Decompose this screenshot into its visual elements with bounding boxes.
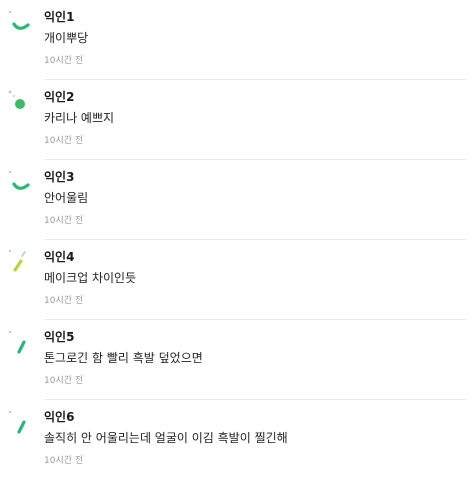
comment-timestamp: 10시간 전	[44, 216, 84, 226]
comment-timestamp: 10시간 전	[44, 376, 84, 386]
comment-text: 개이뿌당	[44, 31, 89, 45]
comment-text: 톤그로긴 함 빨리 흑발 덮었으면	[44, 351, 203, 365]
comment-item: 익인1 개이뿌당 10시간 전	[0, 0, 474, 80]
comment-author: 익인1	[44, 10, 75, 24]
comment-text: 안어울림	[44, 191, 89, 205]
green-slash-icon[interactable]	[6, 326, 36, 356]
comment-timestamp: 10시간 전	[44, 456, 84, 466]
yellow-green-slash-icon[interactable]	[6, 246, 36, 276]
comment-author: 익인2	[44, 90, 75, 104]
comment-item: 익인2 카리나 예쁘지 10시간 전	[0, 80, 474, 160]
green-arc-icon[interactable]	[6, 166, 36, 196]
comment-text: 솔직히 안 어울리는데 얼굴이 이김 흑발이 찔긴해	[44, 431, 288, 445]
comment-timestamp: 10시간 전	[44, 56, 84, 66]
comment-timestamp: 10시간 전	[44, 136, 84, 146]
comment-item: 익인3 안어울림 10시간 전	[0, 160, 474, 240]
comment-item: 익인6 솔직히 안 어울리는데 얼굴이 이김 흑발이 찔긴해 10시간 전	[0, 400, 474, 480]
comment-author: 익인6	[44, 410, 75, 424]
green-slash-icon[interactable]	[6, 406, 36, 436]
comment-text: 카리나 예쁘지	[44, 111, 115, 125]
comment-author: 익인4	[44, 250, 75, 264]
green-dot-icon[interactable]	[6, 86, 36, 116]
green-arc-icon[interactable]	[6, 6, 36, 36]
comment-text: 메이크업 차이인듯	[44, 271, 137, 285]
comment-item: 익인4 메이크업 차이인듯 10시간 전	[0, 240, 474, 320]
comment-author: 익인3	[44, 170, 75, 184]
comment-author: 익인5	[44, 330, 75, 344]
comment-list: 익인1 개이뿌당 10시간 전 익인2 카리나 예쁘지 10시간 전 익인3 안…	[0, 0, 474, 471]
comment-timestamp: 10시간 전	[44, 296, 84, 306]
comment-item: 익인5 톤그로긴 함 빨리 흑발 덮었으면 10시간 전	[0, 320, 474, 400]
